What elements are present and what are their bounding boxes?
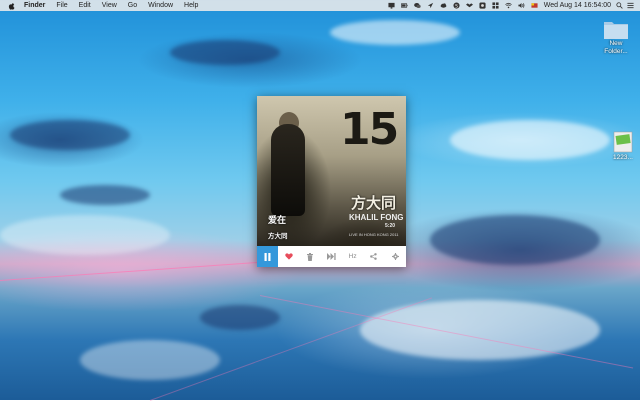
hz-label: Hz <box>348 253 357 260</box>
folder-icon <box>604 22 628 39</box>
status-area: S Wed Aug 14 16:54:00 <box>388 0 640 11</box>
pause-icon <box>264 252 271 261</box>
grid-icon[interactable] <box>492 2 499 9</box>
green-file-icon <box>613 131 633 153</box>
dropbox-icon[interactable] <box>465 2 473 9</box>
next-button[interactable] <box>321 246 342 267</box>
desktop-icon-label: New <box>609 40 623 47</box>
settings-button[interactable] <box>385 246 406 267</box>
heart-icon <box>284 253 293 260</box>
battery-icon[interactable] <box>400 2 408 9</box>
s-icon[interactable]: S <box>453 2 460 9</box>
share-icon <box>370 253 378 260</box>
wifi-icon[interactable] <box>504 2 512 9</box>
cover-artist-text: 方大同 <box>351 195 397 212</box>
menu-clock[interactable]: Wed Aug 14 16:54:00 <box>544 2 611 9</box>
flag-icon[interactable] <box>531 2 538 9</box>
location-icon[interactable] <box>427 2 434 9</box>
next-icon <box>326 253 336 260</box>
menu-window[interactable]: Window <box>148 2 173 9</box>
desktop-icon-label: 1223... <box>613 154 633 161</box>
cover-number: 15 <box>340 104 399 155</box>
wechat-icon[interactable] <box>413 2 421 9</box>
share-button[interactable] <box>363 246 384 267</box>
menu-help[interactable]: Help <box>184 2 198 9</box>
song-artist: 方大同 <box>268 233 288 240</box>
performer-figure <box>271 124 305 216</box>
menu-bar: Finder File Edit View Go Window Help S W… <box>0 0 640 11</box>
album-cover: 15 方大同 KHALIL FONG 5:20 LIVE IN HONG KON… <box>257 96 406 246</box>
desktop-icon-new-folder[interactable]: New Folder... <box>596 18 636 56</box>
volume-icon[interactable] <box>518 2 525 9</box>
svg-text:S: S <box>455 3 458 9</box>
menu-view[interactable]: View <box>102 2 117 9</box>
desktop-icon-file[interactable]: 1223... <box>606 130 640 162</box>
like-button[interactable] <box>278 246 299 267</box>
cloud-icon[interactable] <box>440 2 447 9</box>
trash-button[interactable] <box>299 246 320 267</box>
app-icon[interactable] <box>479 2 486 9</box>
desktop-icon-label: Folder... <box>604 48 628 55</box>
song-title: 爱在 <box>268 215 287 225</box>
apple-logo-icon[interactable] <box>8 2 16 10</box>
cover-tour-line2: 5:20 <box>385 223 396 229</box>
cover-tour-line1: KHALIL FONG <box>349 213 404 222</box>
menu-go[interactable]: Go <box>128 2 137 9</box>
display-icon[interactable] <box>388 2 395 9</box>
gear-icon <box>391 253 399 260</box>
list-icon[interactable] <box>627 2 634 9</box>
play-pause-button[interactable] <box>257 246 278 267</box>
music-player: 15 方大同 KHALIL FONG 5:20 LIVE IN HONG KON… <box>257 96 406 267</box>
menu-finder[interactable]: Finder <box>24 2 45 9</box>
cover-tour-line3: LIVE IN HONG KONG 2011 <box>349 232 399 237</box>
menu-file[interactable]: File <box>56 2 67 9</box>
trash-icon <box>306 252 313 261</box>
player-controls: Hz <box>257 246 406 267</box>
hz-button[interactable]: Hz <box>342 246 363 267</box>
menu-edit[interactable]: Edit <box>79 2 91 9</box>
search-icon[interactable] <box>616 2 623 9</box>
